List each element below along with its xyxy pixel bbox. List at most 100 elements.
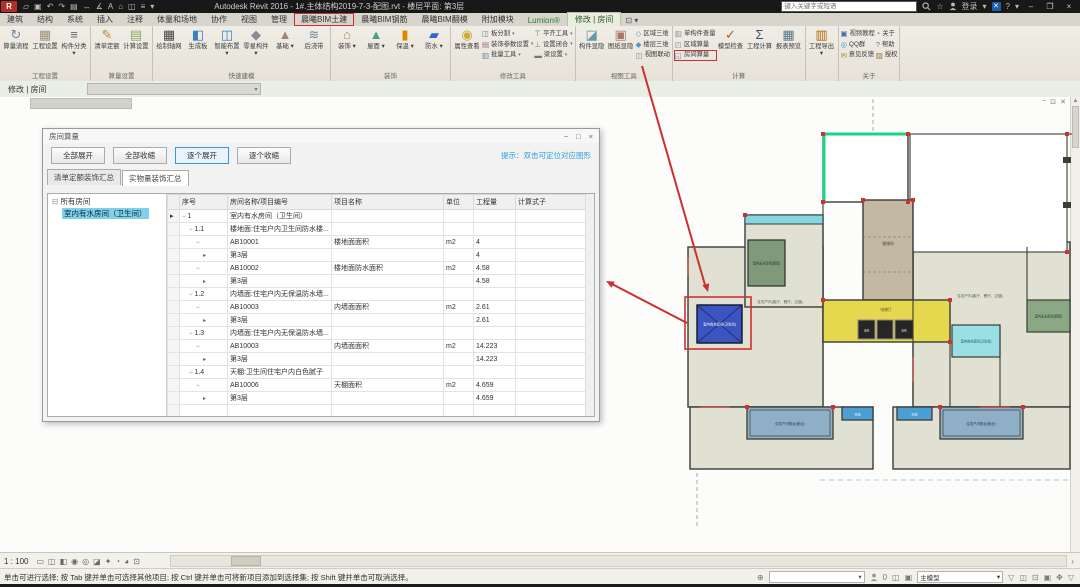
table-row-empty[interactable] [168, 405, 594, 417]
ribbon-button-屋面[interactable]: ▲屋面 ▾ [362, 27, 390, 50]
table-row[interactable]: ▸− 1室内有水房间（卫生间） [168, 210, 594, 223]
table-row[interactable]: − 1.3内墙面:住宅户内无保温防水墙... [168, 327, 594, 340]
room-stair[interactable] [863, 200, 913, 300]
signin-dropdown-icon[interactable]: ▾ [983, 2, 987, 11]
temporary-hide-icon[interactable]: ◔ [115, 557, 120, 566]
ribbon-tab-Lumion®[interactable]: Lumion® [521, 15, 567, 26]
options-dropdown[interactable]: ▾ [87, 83, 261, 95]
ribbon-button-算量流程[interactable]: ↻算量流程 [2, 27, 30, 50]
ribbon-button-零星构件[interactable]: ◆零星构件 ▾ [242, 27, 270, 57]
minimize-button[interactable]: – [1024, 2, 1038, 11]
column-header-序号[interactable]: 序号 [180, 195, 228, 210]
table-row[interactable]: − AB10006天棚面积m24.659 [168, 379, 594, 392]
ribbon-button-房间算量[interactable]: ◱房间算量 [675, 51, 716, 61]
ribbon-button-楼层三维[interactable]: ◆楼层三维 [636, 40, 670, 50]
aligned-dimension-icon[interactable]: ∡ [96, 2, 103, 11]
floor-plan[interactable]: 室内有水房间(卫生间) 室内无水房间(厨房) 楼梯间 电梯厅 电梯 电梯 室内有… [680, 97, 1072, 552]
table-row[interactable]: ▸ 第3层4.659 [168, 392, 594, 405]
table-row[interactable]: − AB10003内墙面面积m214.223 [168, 340, 594, 353]
thin-lines-icon[interactable]: ≡ [141, 2, 146, 11]
tree-child-item-selected[interactable]: 室内有水房间（卫生间） [62, 208, 149, 219]
ribbon-button-构件显隐[interactable]: ◪构件显隐 [578, 27, 606, 50]
dialog-minimize-icon[interactable]: − [564, 132, 568, 141]
select-by-face-icon[interactable]: ▣ [1044, 573, 1052, 582]
ribbon-tab-协作[interactable]: 协作 [204, 13, 234, 26]
measure-icon[interactable]: ↔ [83, 2, 91, 11]
column-header-工程量[interactable]: 工程量 [474, 195, 516, 210]
revit-app-icon[interactable]: R [1, 1, 17, 12]
select-links-icon[interactable]: ◫ [1019, 573, 1027, 582]
search-input[interactable] [781, 1, 917, 12]
undo-icon[interactable]: ↶ [47, 2, 54, 11]
maximize-button[interactable]: ❐ [1043, 2, 1057, 11]
ribbon-button-图纸显隐[interactable]: ▣图纸显隐 [607, 27, 635, 50]
table-row[interactable]: ▸ 第3层2.61 [168, 314, 594, 327]
column-header-房间名称/项目编号[interactable]: 房间名称/项目编号 [228, 195, 332, 210]
column-header-单位[interactable]: 单位 [444, 195, 474, 210]
ribbon-button-QQ群[interactable]: ◎QQ群 [841, 40, 875, 50]
ribbon-tab-体量和场地[interactable]: 体量和场地 [150, 13, 204, 26]
signin-label[interactable]: 登录 [962, 1, 978, 12]
contextual-dropdown-icon[interactable]: ⊡ ▾ [621, 15, 642, 26]
reveal-hidden-icon[interactable]: ◕ [124, 557, 129, 566]
text-icon[interactable]: A [108, 2, 113, 11]
dialog-close-icon[interactable]: × [589, 132, 593, 141]
ribbon-button-智能布置[interactable]: ◫智能布置 ▾ [213, 27, 241, 57]
filter-icon[interactable]: ▽ [1068, 573, 1074, 582]
ribbon-button-工程设置[interactable]: ▦工程设置 [31, 27, 59, 50]
design-option-dropdown[interactable]: 主模型▾ [917, 571, 1003, 583]
detail-level-icon[interactable]: ◧ [60, 557, 68, 566]
ribbon-tab-晨曦BIM翻模[interactable]: 晨曦BIM翻模 [414, 13, 474, 26]
table-row[interactable]: ▸ 第3层14.223 [168, 353, 594, 366]
ribbon-tab-系统[interactable]: 系统 [60, 13, 90, 26]
worksets-dropdown[interactable]: ▾ [769, 571, 865, 583]
ribbon-button-保温[interactable]: ▮保温 ▾ [391, 27, 419, 50]
ribbon-button-绘制轴网[interactable]: ▦绘制轴网 [155, 27, 183, 50]
scale-label[interactable]: 1 : 100 [4, 557, 28, 566]
ribbon-button-区域三维[interactable]: ◇区域三维 [636, 29, 670, 39]
scroll-up-icon[interactable]: ▲ [1071, 97, 1080, 105]
column-header-计算式子[interactable]: 计算式子 [516, 195, 594, 210]
ribbon-button-模型检查[interactable]: ✓模型检查 [717, 27, 745, 50]
ribbon-button-装饰[interactable]: ⌂装饰 ▾ [333, 27, 361, 50]
ribbon-button-清单定额[interactable]: ✎清单定额 [93, 27, 121, 50]
column-header-项目名称[interactable]: 项目名称 [332, 195, 444, 210]
tab-physical-quantity-summary[interactable]: 实物量装饰汇总 [122, 170, 189, 186]
table-row[interactable]: − AB10002楼地面防水面积m24.58 [168, 262, 594, 275]
ribbon-button-视图联动[interactable]: ◫视图联动 [636, 51, 670, 61]
expand-one-button[interactable]: 逐个展开 [175, 147, 229, 164]
ribbon-button-授权[interactable]: ▨授权 [876, 51, 898, 61]
table-row[interactable]: ▸ 第3层4 [168, 249, 594, 262]
ribbon-tab-附加模块[interactable]: 附加模块 [475, 13, 521, 26]
select-pinned-icon[interactable]: ⊡ [1032, 573, 1039, 582]
signin-person-icon[interactable] [949, 2, 957, 11]
ribbon-tab-管理[interactable]: 管理 [264, 13, 294, 26]
sun-path-icon[interactable]: ◎ [82, 557, 89, 566]
worksets-icon[interactable]: ⊕ [757, 573, 764, 582]
design-options-icon[interactable]: ◫ [892, 573, 900, 582]
tree-root-item[interactable]: ⊟ 所有房间 [48, 196, 166, 207]
ribbon-button-单构件查量[interactable]: ▥单构件查量 [675, 29, 716, 39]
design-options-edit-icon[interactable]: ▣ [905, 573, 913, 582]
expand-all-button[interactable]: 全部展开 [51, 147, 105, 164]
room-top-white[interactable] [823, 134, 908, 202]
ribbon-button-计算设置[interactable]: ▤计算设置 [122, 27, 150, 50]
horizontal-scroll-thumb[interactable] [231, 556, 261, 566]
ribbon-button-批量工具[interactable]: ▥批量工具▾ [482, 51, 533, 61]
table-row[interactable]: ▸ 第3层4.58 [168, 275, 594, 288]
ribbon-button-板分割[interactable]: ◫板分割▾ [482, 29, 533, 39]
redo-icon[interactable]: ↷ [58, 2, 65, 11]
ribbon-button-视频教程[interactable]: ▣视频教程 [841, 29, 875, 39]
ribbon-tab-晨曦BIM土建[interactable]: 晨曦BIM土建 [294, 13, 354, 26]
constraints-icon[interactable]: ⊡ [133, 557, 140, 566]
close-button[interactable]: × [1062, 2, 1076, 11]
autodesk-exchange-icon[interactable]: ✕ [992, 2, 1001, 11]
crop-region-icon[interactable]: ◫ [48, 557, 56, 566]
ribbon-button-区域算量[interactable]: ◰区域算量 [675, 40, 716, 50]
table-row[interactable]: − AB10003内墙面面积m22.61 [168, 301, 594, 314]
ribbon-button-设置闭合[interactable]: ⊥设置闭合▾ [534, 40, 572, 50]
dialog-title-bar[interactable]: 房间算量 − □ × [43, 129, 599, 143]
ribbon-tab-结构[interactable]: 结构 [30, 13, 60, 26]
ribbon-button-意见反馈[interactable]: ✉意见反馈 [841, 51, 875, 61]
search-icon[interactable] [922, 2, 931, 11]
